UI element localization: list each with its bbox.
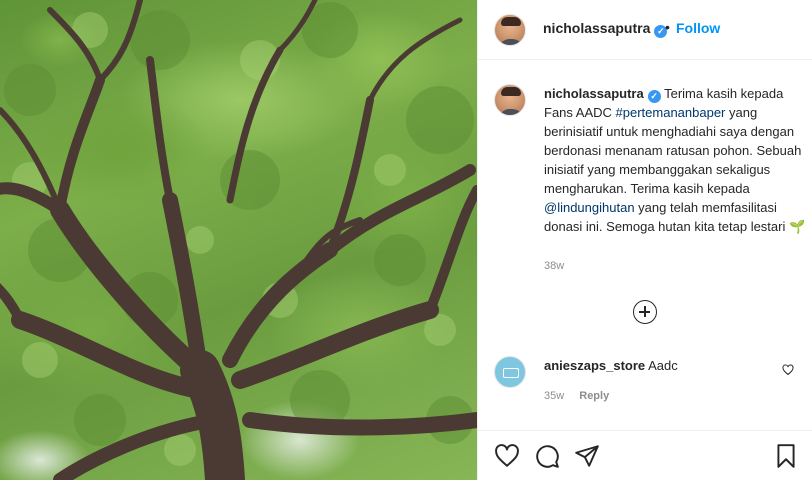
caption-username[interactable]: nicholassaputra ✓ xyxy=(544,86,661,103)
author-avatar[interactable] xyxy=(494,14,526,46)
author-username[interactable]: nicholassaputra ✓ xyxy=(543,20,668,38)
post-header: nicholassaputra ✓ • Follow xyxy=(478,0,812,60)
caption-mention[interactable]: @lindungihutan xyxy=(544,200,635,215)
verified-badge-icon: ✓ xyxy=(647,90,661,103)
comment-item: anieszaps_store Aadc 35w Reply xyxy=(494,354,804,414)
caption-hashtag[interactable]: #pertemananbaper xyxy=(616,105,726,120)
caption-author-avatar[interactable] xyxy=(494,84,526,116)
bookmark-icon[interactable] xyxy=(773,443,799,469)
commenter-avatar[interactable] xyxy=(494,356,526,388)
comment-heart-icon[interactable] xyxy=(782,364,794,376)
heart-icon[interactable] xyxy=(494,443,520,469)
comment-body: anieszaps_store Aadc xyxy=(544,358,678,373)
load-more-comments-icon[interactable] xyxy=(633,300,657,324)
comment-text: Aadc xyxy=(648,358,678,373)
caption-timestamp[interactable]: 38w xyxy=(544,260,564,272)
post-actions-bar xyxy=(478,430,812,480)
comment-icon[interactable] xyxy=(534,443,560,469)
post-sidebar: nicholassaputra ✓ • Follow nicholassaputr… xyxy=(477,0,812,480)
follow-button[interactable]: Follow xyxy=(676,20,720,36)
separator-dot: • xyxy=(665,19,670,35)
share-icon[interactable] xyxy=(574,443,600,469)
tree-branches-illustration xyxy=(0,0,477,480)
commenter-username[interactable]: anieszaps_store xyxy=(544,358,645,373)
post-photo xyxy=(0,0,477,480)
reply-button[interactable]: Reply xyxy=(579,390,609,402)
comment-meta: 35w Reply xyxy=(544,390,609,402)
comment-timestamp[interactable]: 35w xyxy=(544,390,564,402)
caption-text: nicholassaputra ✓ Terima kasih kepada Fan… xyxy=(544,84,812,236)
